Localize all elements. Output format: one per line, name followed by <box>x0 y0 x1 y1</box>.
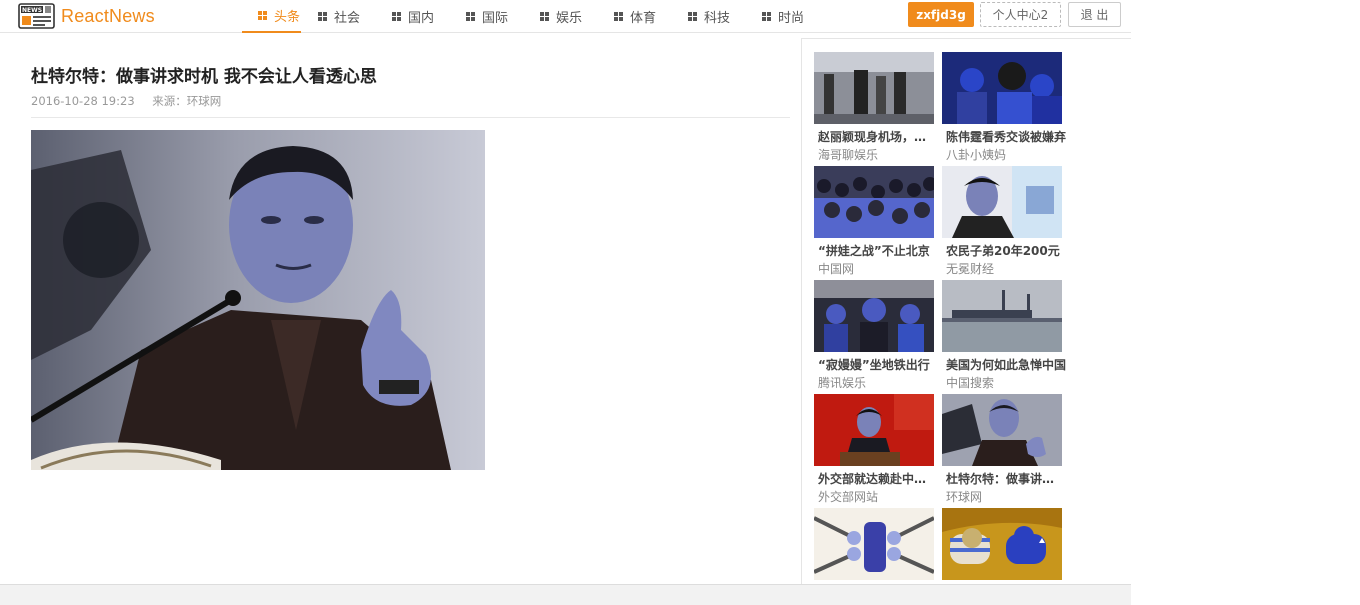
nav-tab-label: 体育 <box>630 11 657 26</box>
news-card-source: 中国网 <box>818 262 855 276</box>
grid-icon <box>318 12 327 21</box>
nav-tab[interactable]: 体育 <box>597 0 671 33</box>
nav-tab[interactable]: 时尚 <box>745 0 819 33</box>
news-card-source: 环球网 <box>946 490 983 504</box>
news-card-source: 无冕财经 <box>946 262 995 276</box>
news-thumbnail[interactable] <box>942 280 1062 352</box>
news-thumbnail[interactable] <box>942 166 1062 238</box>
news-thumbnail[interactable] <box>814 52 934 124</box>
main-nav: 头条 社会 国内 国际 娱乐 体育 科技 时尚 <box>242 0 819 33</box>
divider <box>31 117 790 118</box>
nav-tab-label: 头条 <box>274 10 301 25</box>
top-header: NEWS ReactNews 头条 社会 国内 国际 娱乐 体育 科技 时尚 zxfjd3g … <box>0 0 1131 33</box>
news-thumbnail[interactable] <box>814 394 934 466</box>
grid-icon <box>688 12 697 21</box>
nav-tab[interactable]: 科技 <box>671 0 745 33</box>
horizontal-scrollbar[interactable] <box>0 584 1131 605</box>
news-card[interactable]: 美国为何如此急惮中国中国搜索 <box>942 280 1066 391</box>
news-card-source: 八卦小姨妈 <box>946 148 1007 162</box>
related-news-sidebar: 赵丽颖现身机场，瘦成一道闪电海哥聊娱乐陈伟霆看秀交谈被嫌弃八卦小姨妈“拼娃之战”… <box>801 38 1131 593</box>
grid-icon <box>392 12 401 21</box>
news-card-source: 海哥聊娱乐 <box>818 148 879 162</box>
nav-tab[interactable]: 国内 <box>375 0 449 33</box>
nav-tab[interactable]: 社会 <box>301 0 375 33</box>
nav-tab-label: 国际 <box>482 11 509 26</box>
nav-tab[interactable]: 娱乐 <box>523 0 597 33</box>
article-meta: 2016-10-28 19:23 来源：环球网 <box>31 93 221 109</box>
article-date: 2016-10-28 19:23 <box>31 94 135 108</box>
logout-button[interactable]: 退 出 <box>1068 2 1121 27</box>
app-name: ReactNews <box>61 5 155 26</box>
news-thumbnail[interactable] <box>814 280 934 352</box>
logo-badge-text: NEWS <box>22 7 42 14</box>
article-source: 来源：环球网 <box>152 94 222 108</box>
grid-icon <box>614 12 623 21</box>
nav-tab-label: 国内 <box>408 11 435 26</box>
news-card[interactable]: “寂嫚嫚”坐地铁出行 腾讯娱乐 <box>814 280 934 391</box>
news-card[interactable] <box>814 508 934 585</box>
article-photo <box>31 130 485 470</box>
app-logo[interactable]: NEWS ReactNews <box>18 3 155 29</box>
news-card-source: 外交部网站 <box>818 490 879 504</box>
news-card-title[interactable]: “拼娃之战”不止北京 <box>814 242 938 259</box>
nav-tab-label: 社会 <box>334 11 361 26</box>
news-card[interactable] <box>942 508 1062 585</box>
news-thumbnail[interactable] <box>942 508 1062 580</box>
grid-icon <box>466 12 475 21</box>
article-title: 杜特尔特：做事讲求时机 我不会让人看透心思 <box>31 67 377 87</box>
news-card-source: 腾讯娱乐 <box>818 376 867 390</box>
grid-icon <box>258 11 267 20</box>
news-card-source: 中国搜索 <box>946 376 995 390</box>
news-card-title[interactable]: 杜特尔特：做事讲求时机 <box>942 470 1066 487</box>
username-button[interactable]: zxfjd3g <box>908 2 974 27</box>
news-card-title[interactable]: 外交部就达赖赴中印边境 <box>814 470 938 487</box>
news-card-title[interactable]: 农民子弟20年200元 <box>942 242 1066 259</box>
grid-icon <box>762 12 771 21</box>
news-card-title[interactable]: “寂嫚嫚”坐地铁出行 <box>814 356 938 373</box>
newspaper-icon: NEWS <box>18 3 55 29</box>
nav-tab-label: 科技 <box>704 11 731 26</box>
news-card[interactable]: 农民子弟20年200元 无冕财经 <box>942 166 1062 277</box>
news-thumbnail[interactable] <box>814 166 934 238</box>
news-card-title[interactable]: 赵丽颖现身机场，瘦成一道闪电 <box>814 128 938 145</box>
news-card[interactable]: 陈伟霆看秀交谈被嫌弃八卦小姨妈 <box>942 52 1066 163</box>
news-card[interactable]: “拼娃之战”不止北京 中国网 <box>814 166 934 277</box>
grid-icon <box>540 12 549 21</box>
news-thumbnail[interactable] <box>942 52 1062 124</box>
news-thumbnail[interactable] <box>814 508 934 580</box>
news-thumbnail[interactable] <box>942 394 1062 466</box>
news-card[interactable]: 杜特尔特：做事讲求时机环球网 <box>942 394 1066 505</box>
news-card-title[interactable]: 陈伟霆看秀交谈被嫌弃 <box>942 128 1066 145</box>
nav-tab[interactable]: 头条 <box>242 0 301 33</box>
user-center-button[interactable]: 个人中心2 <box>980 2 1061 27</box>
news-card-title[interactable]: 美国为何如此急惮中国 <box>942 356 1066 373</box>
nav-tab[interactable]: 国际 <box>449 0 523 33</box>
nav-tab-label: 娱乐 <box>556 11 583 26</box>
news-card[interactable]: 赵丽颖现身机场，瘦成一道闪电海哥聊娱乐 <box>814 52 938 163</box>
news-card[interactable]: 外交部就达赖赴中印边境外交部网站 <box>814 394 938 505</box>
nav-tab-label: 时尚 <box>778 11 805 26</box>
